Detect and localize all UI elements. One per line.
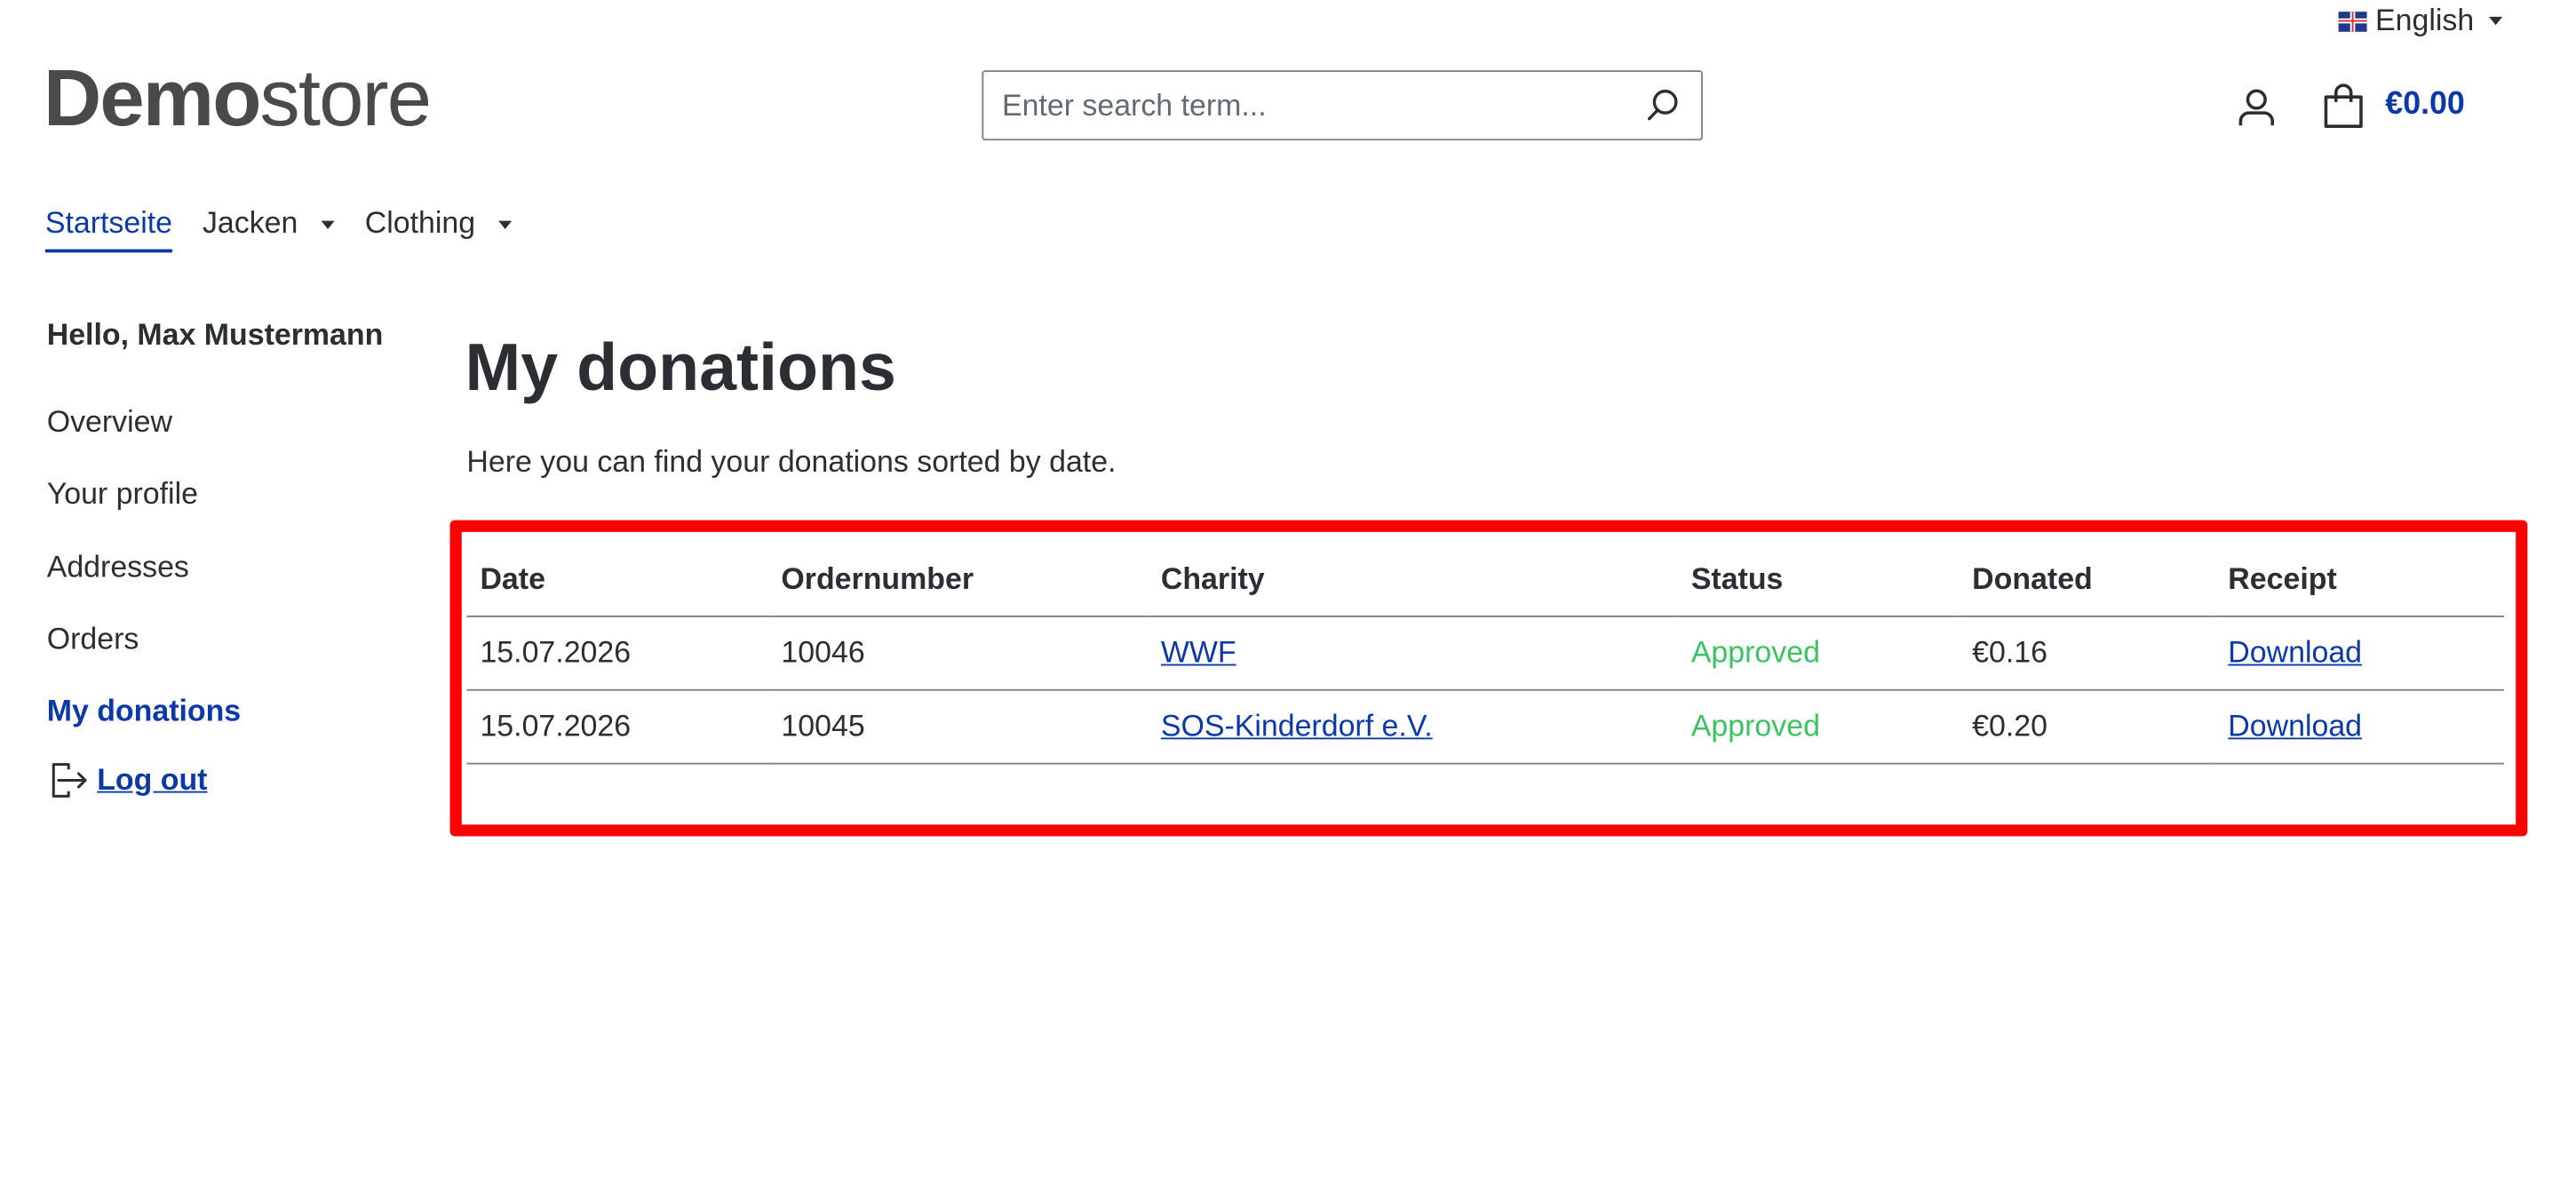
logout-label: Log out bbox=[97, 762, 208, 797]
cell-date: 15.07.2026 bbox=[466, 616, 768, 691]
logout-icon bbox=[52, 763, 87, 798]
nav-item-label: Clothing bbox=[364, 205, 476, 240]
search-icon bbox=[1648, 89, 1678, 121]
sidebar-item-my-donations[interactable]: My donations bbox=[47, 694, 241, 729]
cell-status: Approved bbox=[1677, 689, 1960, 765]
table-header-row: Date Ordernumber Charity Status Donated … bbox=[466, 542, 2505, 617]
donations-table: Date Ordernumber Charity Status Donated … bbox=[466, 542, 2505, 765]
table-row: 15.07.2026 10046 WWF Approved €0.16 Down… bbox=[466, 616, 2505, 691]
table-row: 15.07.2026 10045 SOS-Kinderdorf e.V. App… bbox=[466, 689, 2505, 765]
cell-ordernumber: 10045 bbox=[767, 689, 1148, 765]
column-header-ordernumber: Ordernumber bbox=[767, 542, 1148, 617]
language-switcher[interactable]: English bbox=[2338, 3, 2503, 39]
account-greeting: Hello, Max Mustermann bbox=[46, 317, 384, 352]
sidebar-item-orders[interactable]: Orders bbox=[47, 623, 139, 658]
language-label: English bbox=[2375, 3, 2475, 37]
logo-bold-text: Demo bbox=[43, 55, 261, 144]
column-header-date: Date bbox=[466, 542, 768, 617]
receipt-download-link[interactable]: Download bbox=[2228, 636, 2362, 670]
account-icon[interactable] bbox=[2235, 85, 2278, 129]
nav-item-clothing[interactable]: Clothing bbox=[365, 206, 513, 253]
charity-link[interactable]: SOS-Kinderdorf e.V. bbox=[1161, 709, 1433, 743]
sidebar-item-addresses[interactable]: Addresses bbox=[47, 551, 189, 586]
main-navigation: Startseite Jacken Clothing bbox=[44, 205, 543, 253]
page: English Demostore €0.00 Startseite Jacke… bbox=[0, 0, 2576, 1186]
nav-item-label: Jacken bbox=[202, 205, 298, 240]
cell-donated: €0.16 bbox=[1959, 616, 2215, 691]
cell-date: 15.07.2026 bbox=[466, 689, 768, 765]
chevron-down-icon bbox=[2489, 16, 2503, 26]
cart-icon[interactable] bbox=[2322, 83, 2365, 131]
chevron-down-icon bbox=[498, 220, 513, 229]
nav-item-label: Startseite bbox=[44, 205, 173, 240]
cart-total[interactable]: €0.00 bbox=[2385, 87, 2465, 123]
logo-light-text: store bbox=[259, 55, 432, 144]
page-title: My donations bbox=[465, 330, 896, 405]
column-header-status: Status bbox=[1677, 542, 1960, 617]
charity-link[interactable]: WWF bbox=[1161, 636, 1236, 670]
sidebar-item-profile[interactable]: Your profile bbox=[47, 477, 198, 513]
receipt-download-link[interactable]: Download bbox=[2228, 709, 2362, 743]
cell-receipt: Download bbox=[2214, 689, 2505, 765]
search-button[interactable] bbox=[1624, 72, 1701, 139]
search-box bbox=[982, 70, 1703, 141]
column-header-charity: Charity bbox=[1147, 542, 1678, 617]
cell-charity: SOS-Kinderdorf e.V. bbox=[1147, 689, 1678, 765]
cell-status: Approved bbox=[1677, 616, 1960, 691]
cell-ordernumber: 10046 bbox=[767, 616, 1148, 691]
chevron-down-icon bbox=[321, 220, 335, 229]
sidebar-item-overview[interactable]: Overview bbox=[47, 405, 172, 441]
column-header-donated: Donated bbox=[1959, 542, 2215, 617]
logout-link[interactable]: Log out bbox=[47, 758, 208, 803]
nav-item-startseite[interactable]: Startseite bbox=[44, 205, 173, 253]
cell-receipt: Download bbox=[2214, 616, 2505, 691]
search-input[interactable] bbox=[998, 71, 1625, 139]
uk-flag-icon bbox=[2338, 11, 2367, 31]
nav-item-jacken[interactable]: Jacken bbox=[203, 206, 335, 253]
page-description: Here you can find your donations sorted … bbox=[466, 444, 1117, 479]
store-logo[interactable]: Demostore bbox=[43, 53, 432, 147]
cell-donated: €0.20 bbox=[1959, 689, 2215, 765]
column-header-receipt: Receipt bbox=[2214, 542, 2505, 617]
cell-charity: WWF bbox=[1147, 616, 1678, 691]
